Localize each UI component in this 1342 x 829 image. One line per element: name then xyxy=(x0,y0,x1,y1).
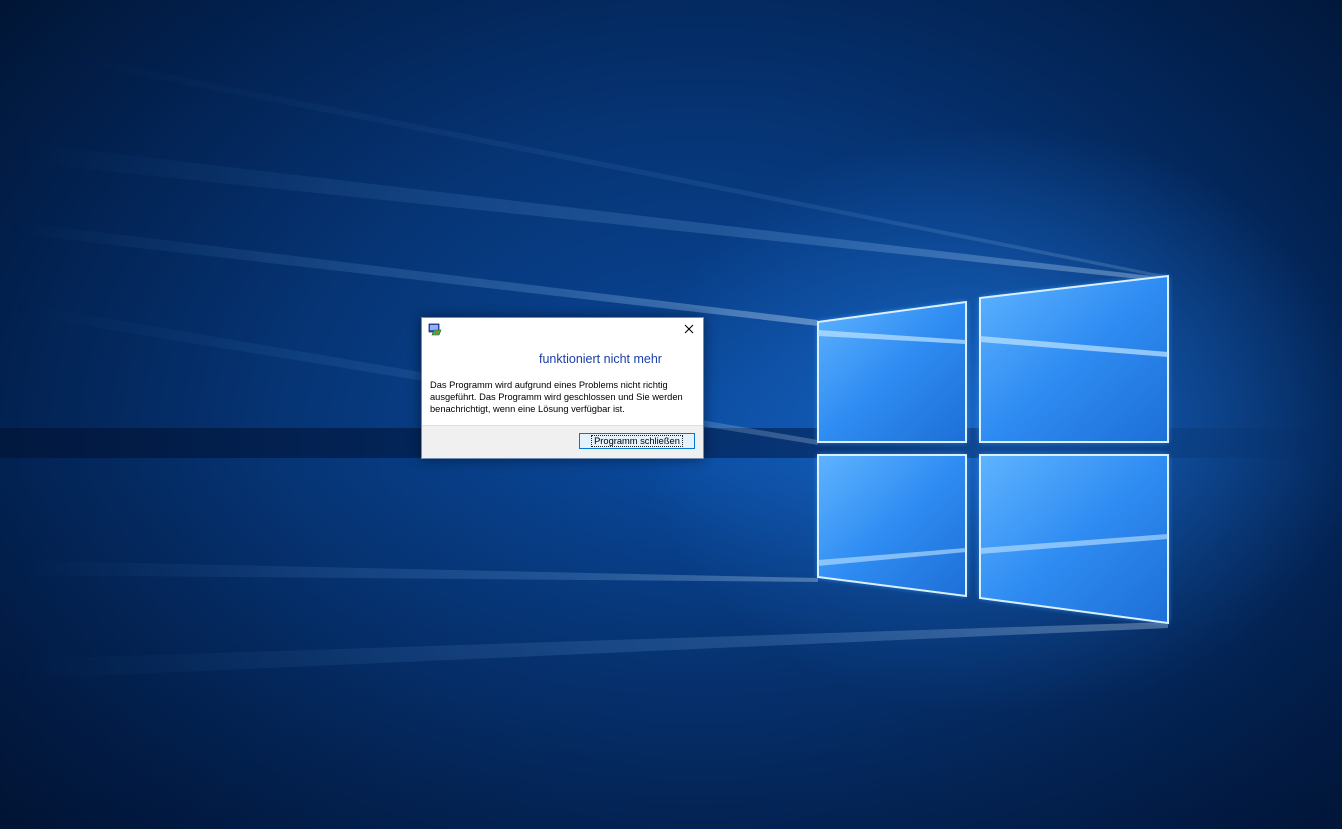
close-program-label: Programm schließen xyxy=(591,435,683,447)
program-icon xyxy=(428,322,442,336)
dialog-footer: Programm schließen xyxy=(422,425,703,458)
dialog-message: Das Programm wird aufgrund eines Problem… xyxy=(430,380,683,414)
close-button[interactable] xyxy=(681,321,697,337)
error-dialog: funktioniert nicht mehr Das Programm wir… xyxy=(421,317,704,459)
windows-logo-panes xyxy=(817,274,1169,625)
close-program-button[interactable]: Programm schließen xyxy=(579,433,695,449)
dialog-heading: funktioniert nicht mehr xyxy=(539,352,662,366)
close-icon xyxy=(684,324,694,334)
